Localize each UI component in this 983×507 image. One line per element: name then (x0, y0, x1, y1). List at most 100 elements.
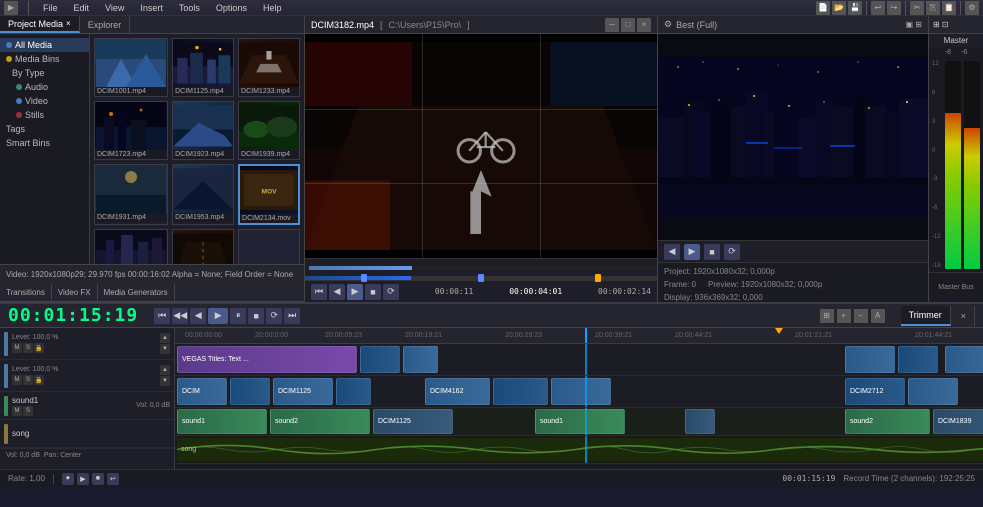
tl-auto-icon[interactable]: A (871, 309, 885, 323)
track-solo-2[interactable]: S (23, 406, 33, 416)
clip-0-3[interactable] (845, 346, 895, 374)
tl-zoom-in-icon[interactable]: + (837, 309, 851, 323)
media-thumb-10[interactable]: DCIM2719.mp4 (172, 229, 234, 264)
output-loop[interactable]: ⟳ (724, 244, 740, 260)
media-thumb-5[interactable]: DCIM1939.mp4 (238, 101, 300, 160)
clip-0-4[interactable] (898, 346, 938, 374)
tab-transitions[interactable]: Transitions (0, 284, 52, 301)
clip-1-1[interactable] (230, 378, 270, 406)
clip-1-7[interactable]: DCIM2712 (845, 378, 905, 406)
preview-scrub-bar[interactable] (305, 276, 657, 280)
preview-goto-start[interactable]: ⏮ (311, 284, 327, 300)
track-collapse-1[interactable]: ▼ (160, 376, 170, 386)
tree-item-by-type[interactable]: By Type (0, 66, 89, 80)
clip-2-0[interactable]: sound1 (177, 409, 267, 433)
clip-0-2[interactable] (403, 346, 438, 374)
track-mute-0[interactable]: M (12, 343, 22, 353)
menu-help[interactable]: Help (259, 3, 286, 13)
bottom-record[interactable]: ⏺ (62, 473, 74, 485)
preview-play[interactable]: ▶ (347, 284, 363, 300)
bottom-stop[interactable]: ■ (92, 473, 104, 485)
clip-1-0[interactable]: DCIM (177, 378, 227, 406)
tl-reverse-step[interactable]: ◀ (190, 308, 206, 324)
clip-1-8[interactable] (908, 378, 958, 406)
track-solo-0[interactable]: S (23, 343, 33, 353)
toolbar-undo[interactable]: ↩ (871, 1, 885, 15)
clip-1-2[interactable]: DCIM1125 (273, 378, 333, 406)
toolbar-open[interactable]: 📂 (832, 1, 846, 15)
menu-insert[interactable]: Insert (136, 3, 167, 13)
toolbar-new[interactable]: 📄 (816, 1, 830, 15)
tl-goto-start[interactable]: ⏮ (154, 308, 170, 324)
output-play[interactable]: ▶ (684, 244, 700, 260)
preview-play-reverse[interactable]: ◀ (329, 284, 345, 300)
scrub-marker[interactable] (478, 274, 484, 282)
clip-2-4[interactable] (685, 409, 715, 433)
preview-minimize-icon[interactable]: ─ (605, 18, 619, 32)
tab-explorer[interactable]: Explorer (80, 16, 131, 33)
toolbar-render[interactable]: ⚙ (965, 1, 979, 15)
clip-2-3[interactable]: sound1 (535, 409, 625, 433)
output-play-reverse[interactable]: ◀ (664, 244, 680, 260)
tl-play-reverse[interactable]: ◀◀ (172, 308, 188, 324)
tl-stop[interactable]: ■ (248, 308, 264, 324)
output-stop[interactable]: ■ (704, 244, 720, 260)
media-thumb-3[interactable]: DCIM1723.mp4 (94, 101, 168, 160)
media-thumb-9[interactable]: DCIM2173.mp4 (94, 229, 168, 264)
media-thumb-0[interactable]: DCIM1001.mp4 (94, 38, 168, 97)
track-mute-1[interactable]: M (12, 375, 22, 385)
track-expand-1[interactable]: ▲ (160, 365, 170, 375)
menu-file[interactable]: File (39, 3, 62, 13)
clip-2-6[interactable]: DCIM1839 (933, 409, 983, 433)
track-mute-2[interactable]: M (12, 406, 22, 416)
tracks-area[interactable]: 00:00:00:00 20:00:0:00 20:00:09:23 20:00… (175, 328, 983, 469)
tree-item-audio[interactable]: Audio (0, 80, 89, 94)
tree-item-media-bins[interactable]: Media Bins (0, 52, 89, 66)
tree-item-stills[interactable]: Stills (0, 108, 89, 122)
track-lock-0[interactable]: 🔒 (34, 343, 44, 353)
clip-1-5[interactable] (493, 378, 548, 406)
preview-stop[interactable]: ■ (365, 284, 381, 300)
tl-snap-icon[interactable]: ⊞ (820, 309, 834, 323)
tree-item-video[interactable]: Video (0, 94, 89, 108)
tab-trimmer[interactable]: Trimmer (901, 306, 951, 326)
tl-loop[interactable]: ⟳ (266, 308, 282, 324)
preview-maximize-icon[interactable]: □ (621, 18, 635, 32)
track-expand-0[interactable]: ▲ (160, 333, 170, 343)
media-thumb-4[interactable]: DCIM1923.mp4 (172, 101, 234, 160)
menu-options[interactable]: Options (212, 3, 251, 13)
scrub-marker[interactable] (595, 274, 601, 282)
tree-item-tags[interactable]: Tags (0, 122, 89, 136)
clip-0-5[interactable] (945, 346, 983, 374)
tl-play[interactable]: ▶ (208, 308, 228, 324)
menu-edit[interactable]: Edit (70, 3, 94, 13)
scrub-marker[interactable] (361, 274, 367, 282)
clip-0-0[interactable]: VEGAS Titles: Text ... (177, 346, 357, 374)
waveform-clip[interactable]: song (177, 438, 983, 461)
track-solo-1[interactable]: S (23, 375, 33, 385)
media-thumb-8[interactable]: MOV DCIM2134.mov (238, 164, 300, 225)
menu-view[interactable]: View (101, 3, 128, 13)
preview-close-icon[interactable]: × (637, 18, 651, 32)
toolbar-paste[interactable]: 📋 (942, 1, 956, 15)
menu-tools[interactable]: Tools (175, 3, 204, 13)
clip-1-3[interactable] (336, 378, 371, 406)
media-thumb-11[interactable] (238, 229, 300, 264)
media-thumb-1[interactable]: DCIM1125.mp4 (172, 38, 234, 97)
track-collapse-0[interactable]: ▼ (160, 344, 170, 354)
bottom-loop[interactable]: ↩ (107, 473, 119, 485)
tree-item-all-media[interactable]: All Media (0, 38, 89, 52)
tab-video-fx[interactable]: Video FX (52, 284, 98, 301)
clip-1-4[interactable]: DCIM4162 (425, 378, 490, 406)
clip-1-6[interactable] (551, 378, 611, 406)
media-thumb-6[interactable]: DCIM1931.mp4 (94, 164, 168, 225)
toolbar-copy[interactable]: ⎘ (926, 1, 940, 15)
tab-trimmer-close[interactable]: × (953, 306, 975, 326)
tl-zoom-out-icon[interactable]: − (854, 309, 868, 323)
media-thumb-7[interactable]: DCIM1953.mp4 (172, 164, 234, 225)
tree-item-smart-bins[interactable]: Smart Bins (0, 136, 89, 150)
tab-media-generators[interactable]: Media Generators (98, 284, 175, 301)
preview-loop[interactable]: ⟳ (383, 284, 399, 300)
track-lock-1[interactable]: 🔒 (34, 375, 44, 385)
tl-goto-end[interactable]: ⏭ (284, 308, 300, 324)
